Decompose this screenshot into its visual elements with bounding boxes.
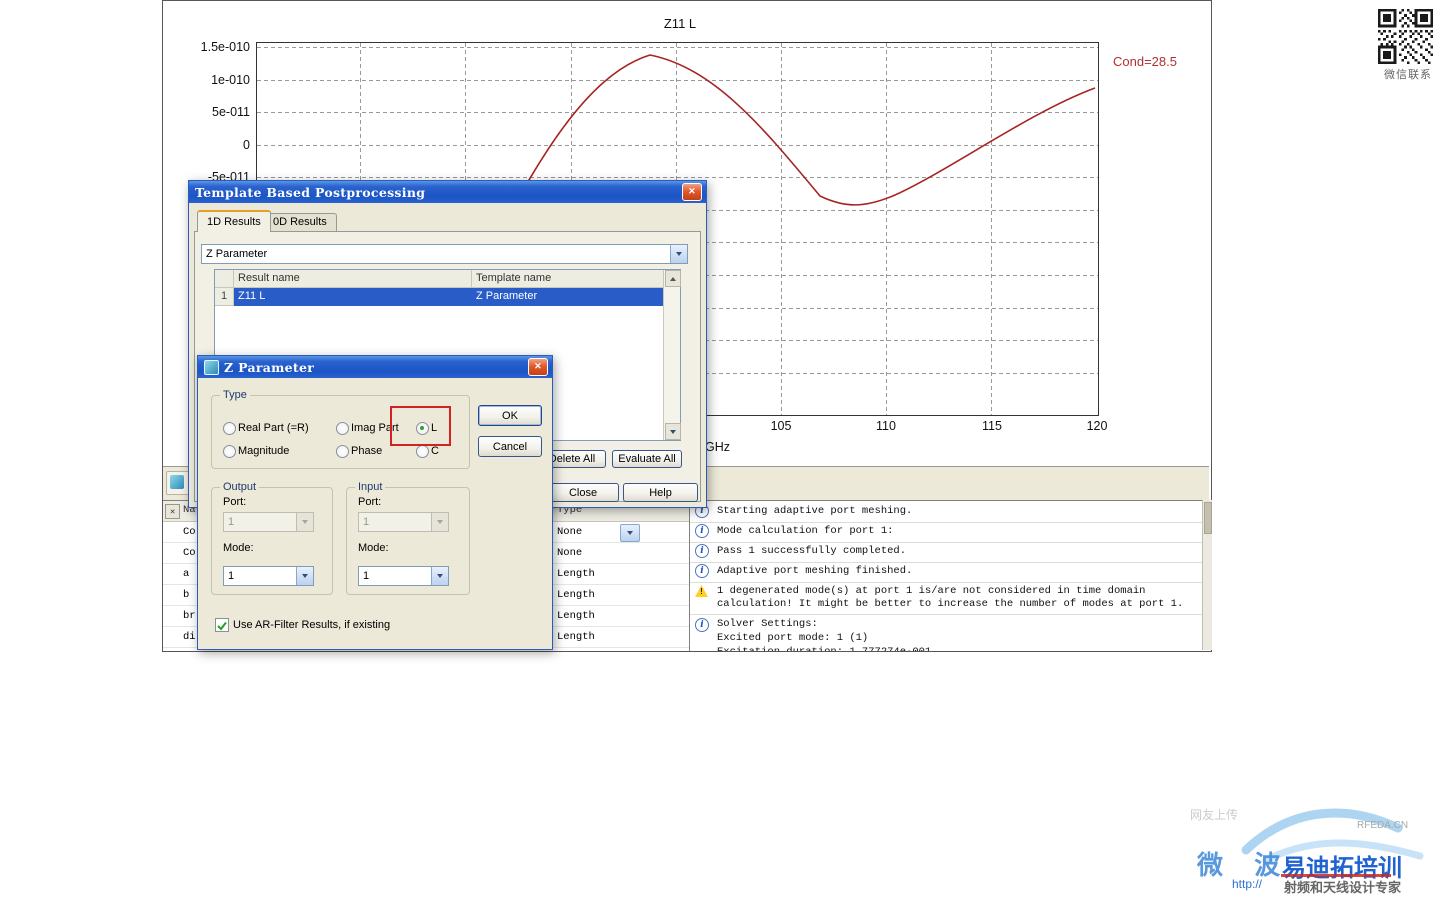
x-tick: 105 — [770, 419, 792, 433]
z-parameter-dialog: Z Parameter Type Real Part (=R) Magnitud… — [197, 355, 553, 650]
uploader-watermark: 网友上传 — [1190, 808, 1239, 822]
divider — [690, 582, 1203, 583]
evaluate-all-button[interactable]: Evaluate All — [612, 450, 682, 468]
x-axis-unit: GHz — [705, 440, 730, 454]
ar-filter-label: Use AR-Filter Results, if existing — [233, 619, 391, 631]
cell-result-name: Z11 L — [234, 288, 472, 306]
help-button[interactable]: Help — [623, 483, 698, 502]
log-warning: calculation! It might be better to incre… — [717, 598, 1184, 610]
log-message: Adaptive port meshing finished. — [717, 565, 913, 577]
x-tick: 110 — [876, 419, 896, 433]
log-warning: 1 degenerated mode(s) at port 1 is/are n… — [717, 585, 1146, 597]
warning-icon — [695, 585, 708, 597]
info-icon — [695, 618, 709, 632]
type-dropdown-button[interactable] — [620, 524, 640, 542]
info-icon — [695, 564, 709, 578]
x-tick: 120 — [1086, 419, 1108, 433]
template-results-icon[interactable] — [166, 471, 190, 495]
table-header: Result name Template name — [215, 270, 680, 288]
chevron-down-icon — [431, 513, 448, 531]
app-icon — [204, 359, 219, 375]
input-port-combobox: 1 — [358, 512, 449, 532]
cancel-button[interactable]: Cancel — [478, 436, 542, 457]
message-log-panel: Starting adaptive port meshing. Mode cal… — [689, 500, 1203, 651]
close-icon[interactable] — [528, 358, 548, 376]
qr-code — [1378, 9, 1433, 64]
divider — [690, 614, 1203, 615]
message-scrollbar[interactable] — [1202, 500, 1212, 650]
chevron-down-icon — [296, 513, 313, 531]
divider — [690, 562, 1203, 563]
dialog-titlebar[interactable]: Z Parameter — [198, 356, 552, 378]
highlight-annotation — [390, 406, 451, 446]
close-panel-icon[interactable] — [165, 504, 180, 519]
log-message: Starting adaptive port meshing. — [717, 505, 913, 517]
col-result-name: Result name — [234, 270, 472, 288]
chevron-down-icon[interactable] — [670, 245, 687, 263]
output-port-combobox: 1 — [223, 512, 314, 532]
y-tick: 1.5e-010 — [200, 40, 250, 54]
col-template-name: Template name — [472, 270, 664, 288]
check-icon — [217, 621, 227, 631]
log-message: Excited port mode: 1 (1) — [717, 632, 869, 644]
tab-0d-results[interactable]: 0D Results — [263, 213, 337, 231]
dialog-title: Z Parameter — [224, 359, 315, 375]
brand-site: RFEDA.CN — [1357, 820, 1409, 831]
cell-template-name: Z Parameter — [472, 288, 664, 306]
divider — [690, 542, 1203, 543]
info-icon — [695, 524, 709, 538]
radio-phase[interactable] — [336, 445, 349, 458]
input-mode-combobox[interactable]: 1 — [358, 566, 449, 586]
close-icon[interactable] — [682, 183, 702, 201]
dialog-titlebar[interactable]: Template Based Postprocessing — [189, 181, 706, 203]
chevron-down-icon[interactable] — [431, 567, 448, 585]
scroll-down-icon[interactable] — [665, 423, 681, 440]
log-message: Solver Settings: — [717, 618, 818, 630]
radio-capacitance-c[interactable] — [416, 445, 429, 458]
y-tick: 5e-011 — [212, 105, 250, 119]
output-mode-combobox[interactable]: 1 — [223, 566, 314, 586]
template-type-combobox[interactable]: Z Parameter — [201, 244, 688, 264]
table-scrollbar[interactable] — [663, 270, 681, 440]
info-icon — [695, 544, 709, 558]
log-message: Mode calculation for port 1: — [717, 525, 894, 537]
y-tick: 0 — [243, 138, 250, 152]
log-message: Pass 1 successfully completed. — [717, 545, 907, 557]
table-row[interactable]: 1 Z11 L Z Parameter — [215, 288, 680, 306]
y-tick: 1e-010 — [211, 73, 250, 87]
divider — [690, 522, 1203, 523]
radio-magnitude[interactable] — [223, 445, 236, 458]
log-message: Excitation duration: 1.777274e-001 — [717, 646, 931, 651]
ar-filter-checkbox[interactable] — [215, 618, 229, 632]
brand-slogan: 射频和天线设计专家 — [1284, 880, 1402, 895]
brand-url: http:// — [1232, 877, 1263, 891]
scroll-up-icon[interactable] — [665, 270, 681, 287]
radio-real-part[interactable] — [223, 422, 236, 435]
x-tick: 115 — [982, 419, 1002, 433]
radio-imag-part[interactable] — [336, 422, 349, 435]
close-button[interactable]: Close — [547, 483, 619, 502]
tab-1d-results[interactable]: 1D Results — [197, 210, 271, 232]
ok-button[interactable]: OK — [478, 405, 542, 426]
chevron-down-icon[interactable] — [296, 567, 313, 585]
chart-title: Z11 L — [663, 16, 697, 31]
dialog-title: Template Based Postprocessing — [195, 184, 426, 200]
chart-legend: Cond=28.5 — [1113, 54, 1177, 69]
scrollbar-thumb[interactable] — [1204, 502, 1212, 534]
qr-caption: 微信联系 — [1384, 69, 1432, 81]
